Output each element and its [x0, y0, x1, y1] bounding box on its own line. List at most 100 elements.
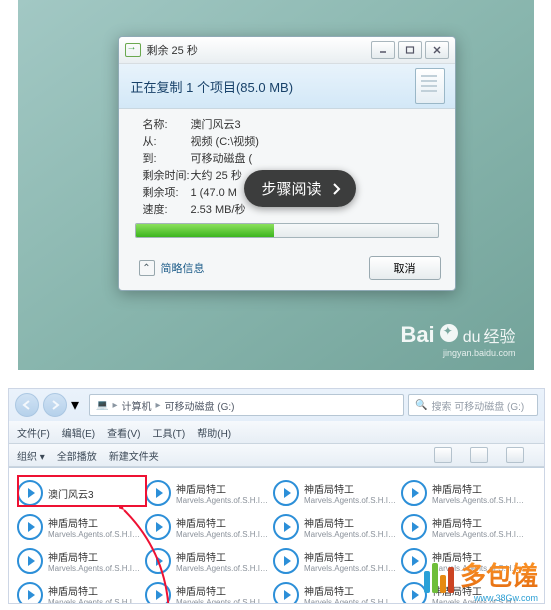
menu-file[interactable]: 文件(F)	[17, 425, 50, 440]
menu-edit[interactable]: 编辑(E)	[62, 425, 95, 440]
file-name: 神盾局特工	[432, 515, 526, 530]
baidu-watermark: Bai du 经验 jingyan.baidu.com	[400, 322, 515, 358]
desktop-wallpaper: 剩余 25 秒 正在复制 1 个项目(85.0 MB) 名称:澳门风云3 从:视…	[18, 0, 534, 370]
file-item[interactable]: 神盾局特工Marvels.Agents.of.S.H.I.E.L.D.S...	[17, 510, 145, 544]
label-items: 剩余项:	[143, 185, 191, 202]
nav-toolbar: ▾ 💻 ▸ 计算机 ▸ 可移动磁盘 (G:) 🔍 搜索 可移动磁盘 (G:)	[9, 389, 544, 421]
file-subtitle: Marvels.Agents.of.S.H.I.E.L.D.S...	[176, 530, 270, 539]
file-name: 神盾局特工	[176, 583, 270, 598]
minimize-button[interactable]	[371, 41, 395, 59]
window-title: 剩余 25 秒	[147, 42, 198, 58]
copy-icon	[125, 43, 141, 57]
video-play-icon	[273, 480, 299, 506]
search-icon: 🔍	[415, 400, 427, 411]
label-from: 从:	[143, 134, 191, 151]
progress-fill	[136, 224, 275, 237]
file-name: 神盾局特工	[304, 583, 398, 598]
breadcrumb[interactable]: 💻 ▸ 计算机 ▸ 可移动磁盘 (G:)	[89, 394, 404, 416]
file-subtitle: Marvels.Agents.of.S.H.I.E.L.D.S...	[48, 564, 142, 573]
file-name: 神盾局特工	[304, 481, 398, 496]
file-subtitle: Marvels.Agents.of.S.H.I.E.L.D.S...	[304, 564, 398, 573]
file-item[interactable]: 神盾局特工Marvels.Agents.of.S.H.I.E.L.D.S...	[401, 510, 529, 544]
video-play-icon	[17, 514, 43, 540]
chevron-right-icon: ▸	[112, 400, 117, 411]
titlebar[interactable]: 剩余 25 秒	[119, 37, 455, 64]
menu-bar: 文件(F) 编辑(E) 查看(V) 工具(T) 帮助(H)	[9, 421, 544, 444]
file-subtitle: Marvels.Agents.of.S.H.I.E.L.D.S...	[304, 530, 398, 539]
file-item[interactable]: 神盾局特工Marvels.Agents.of.S.H.I.E.L.D.S...	[145, 578, 273, 604]
forward-button[interactable]	[43, 393, 67, 417]
file-item[interactable]: 神盾局特工Marvels.Agents.of.S.H.I.E.L.D.S...	[17, 578, 145, 604]
file-item[interactable]: 神盾局特工Marvels.Agents.of.S.H.I.E.L.D.S...	[145, 476, 273, 510]
history-dropdown-icon[interactable]: ▾	[71, 398, 85, 412]
tb-newfolder[interactable]: 新建文件夹	[109, 448, 159, 463]
watermark-url: www.38Gw.com	[424, 593, 538, 603]
search-input[interactable]: 🔍 搜索 可移动磁盘 (G:)	[408, 394, 538, 416]
less-info-link[interactable]: 简略信息	[161, 260, 205, 276]
file-name: 神盾局特工	[304, 515, 398, 530]
popup-label: 步骤阅读	[262, 178, 322, 199]
file-subtitle: Marvels.Agents.of.S.H.I.E.L.D.S...	[304, 598, 398, 604]
file-item[interactable]: 神盾局特工Marvels.Agents.of.S.H.I.E.L.D.S...	[17, 544, 145, 578]
preview-pane-icon[interactable]	[470, 447, 488, 463]
file-name: 神盾局特工	[48, 549, 142, 564]
help-icon[interactable]	[506, 447, 524, 463]
file-name: 神盾局特工	[176, 481, 270, 496]
label-speed: 速度:	[143, 202, 191, 219]
file-subtitle: Marvels.Agents.of.S.H.I.E.L.D.S...	[176, 496, 270, 505]
maximize-button[interactable]	[398, 41, 422, 59]
file-item[interactable]: 神盾局特工Marvels.Agents.of.S.H.I.E.L.D.S...	[145, 510, 273, 544]
file-name: 神盾局特工	[176, 515, 270, 530]
file-item[interactable]: 神盾局特工Marvels.Agents.of.S.H.I.E.L.D.S...	[273, 510, 401, 544]
file-item[interactable]: 神盾局特工Marvels.Agents.of.S.H.I.E.L.D.S...	[273, 578, 401, 604]
video-play-icon	[145, 582, 171, 604]
file-subtitle: Marvels.Agents.of.S.H.I.E.L.D.S...	[176, 598, 270, 604]
file-item[interactable]: 神盾局特工Marvels.Agents.of.S.H.I.E.L.D.S...	[273, 476, 401, 510]
file-item[interactable]: 神盾局特工Marvels.Agents.of.S.H.I.E.L.D.S...	[273, 544, 401, 578]
video-play-icon	[273, 548, 299, 574]
file-item[interactable]: 神盾局特工Marvels.Agents.of.S.H.I.E.L.D.S...	[401, 476, 529, 510]
disk-icon: 💻	[96, 400, 108, 411]
copy-dialog: 剩余 25 秒 正在复制 1 个项目(85.0 MB) 名称:澳门风云3 从:视…	[118, 36, 456, 291]
menu-help[interactable]: 帮助(H)	[197, 425, 231, 440]
menu-tools[interactable]: 工具(T)	[152, 425, 185, 440]
cancel-button[interactable]: 取消	[369, 256, 441, 280]
video-play-icon	[17, 582, 43, 604]
value-to: 可移动磁盘 (	[191, 151, 439, 168]
search-placeholder: 搜索 可移动磁盘 (G:)	[431, 398, 524, 413]
expand-chevron-icon[interactable]: ⌃	[139, 260, 155, 276]
site-watermark: 多包馐 www.38Gw.com	[424, 556, 538, 603]
video-play-icon	[273, 582, 299, 604]
watermark-text: 多包馐	[460, 556, 538, 593]
value-name: 澳门风云3	[191, 117, 439, 134]
file-name: 神盾局特工	[176, 549, 270, 564]
video-play-icon	[17, 548, 43, 574]
label-time: 剩余时间:	[143, 168, 191, 185]
close-button[interactable]	[425, 41, 449, 59]
back-button[interactable]	[15, 393, 39, 417]
command-bar: 组织 ▾ 全部播放 新建文件夹	[9, 444, 544, 467]
breadcrumb-1[interactable]: 计算机	[121, 398, 151, 413]
baidu-url: jingyan.baidu.com	[400, 348, 515, 358]
document-icon	[415, 68, 445, 104]
video-play-icon	[145, 480, 171, 506]
label-to: 到:	[143, 151, 191, 168]
video-play-icon	[401, 480, 427, 506]
tb-organize[interactable]: 组织 ▾	[17, 448, 45, 463]
breadcrumb-2[interactable]: 可移动磁盘 (G:)	[165, 398, 235, 413]
explorer-window: ▾ 💻 ▸ 计算机 ▸ 可移动磁盘 (G:) 🔍 搜索 可移动磁盘 (G:) 文…	[8, 388, 545, 604]
video-play-icon	[273, 514, 299, 540]
file-item[interactable]: 神盾局特工Marvels.Agents.of.S.H.I.E.L.D.S...	[145, 544, 273, 578]
baidu-bai: Bai	[400, 322, 434, 348]
step-read-popup-button[interactable]: 步骤阅读	[244, 170, 356, 207]
view-mode-icon[interactable]	[434, 447, 452, 463]
menu-view[interactable]: 查看(V)	[107, 425, 140, 440]
chevron-right-icon: ▸	[155, 400, 160, 411]
logo-bars-icon	[424, 561, 458, 593]
file-subtitle: Marvels.Agents.of.S.H.I.E.L.D.S...	[176, 564, 270, 573]
value-from: 视频 (C:\视频)	[191, 134, 439, 151]
highlight-box	[17, 475, 147, 507]
paw-icon	[440, 324, 458, 342]
tb-playall[interactable]: 全部播放	[57, 448, 97, 463]
file-subtitle: Marvels.Agents.of.S.H.I.E.L.D.S...	[432, 530, 526, 539]
